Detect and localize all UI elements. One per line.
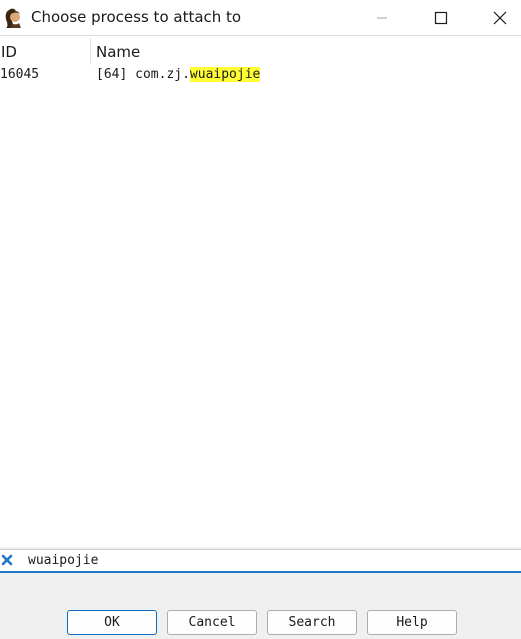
filter-bar: [0, 549, 521, 573]
app-logo-icon: [3, 7, 25, 29]
column-header-name[interactable]: Name: [96, 43, 140, 61]
process-name: [64] com.zj.wuaipojie: [96, 67, 261, 82]
search-button[interactable]: Search: [267, 610, 357, 635]
list-header: ID Name: [0, 36, 521, 65]
column-header-id[interactable]: ID: [1, 43, 17, 61]
close-button[interactable]: [477, 0, 521, 35]
process-row[interactable]: 16045 [64] com.zj.wuaipojie: [0, 65, 521, 85]
minimize-icon: [377, 17, 387, 18]
minimize-button[interactable]: [359, 0, 405, 35]
filter-input[interactable]: [18, 550, 518, 571]
window-title: Choose process to attach to: [31, 8, 242, 26]
maximize-icon: [434, 11, 448, 24]
dialog-footer: OK Cancel Search Help: [0, 547, 521, 639]
column-divider[interactable]: [90, 38, 91, 65]
clear-filter-icon[interactable]: [0, 553, 14, 567]
close-icon: [493, 11, 507, 24]
ok-button[interactable]: OK: [67, 610, 157, 635]
title-bar: Choose process to attach to: [0, 0, 521, 36]
maximize-button[interactable]: [418, 0, 464, 35]
process-list[interactable]: ID Name 16045 [64] com.zj.wuaipojie: [0, 36, 521, 547]
help-button[interactable]: Help: [367, 610, 457, 635]
cancel-button[interactable]: Cancel: [167, 610, 257, 635]
process-id: 16045: [0, 67, 40, 82]
process-name-prefix: [64] com.zj.: [96, 67, 190, 82]
process-name-match: wuaipojie: [189, 67, 261, 82]
